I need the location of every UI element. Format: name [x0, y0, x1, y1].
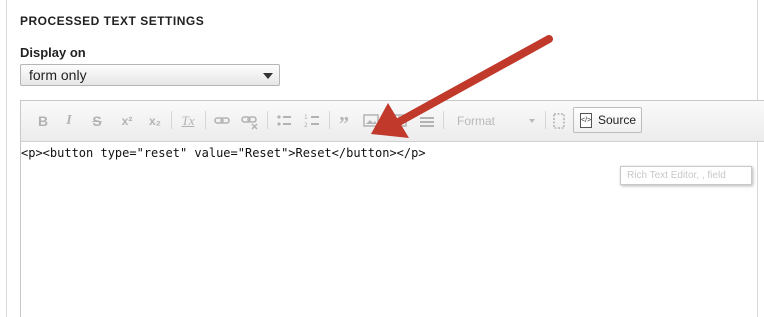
numbered-list-button[interactable]: 12	[301, 111, 323, 131]
bulleted-list-button[interactable]	[273, 111, 295, 131]
chevron-down-icon	[529, 119, 535, 123]
display-on-select[interactable]: form only	[20, 64, 280, 86]
panel-border	[6, 0, 7, 317]
chevron-down-icon	[263, 73, 273, 79]
toolbar-separator	[443, 111, 444, 129]
format-dropdown[interactable]: Format	[451, 110, 541, 132]
italic-button[interactable]: I	[61, 111, 77, 131]
source-label: Source	[598, 113, 637, 127]
quote-icon: ”	[339, 113, 349, 135]
link-button[interactable]	[211, 111, 233, 131]
image-button[interactable]	[361, 111, 381, 131]
bold-button[interactable]: B	[35, 111, 51, 131]
editor-toolbar: B I S x² x₂ Tx 12 ” Format </> Source	[21, 101, 764, 142]
editor-source-content[interactable]: <p><button type="reset" value="Reset">Re…	[21, 146, 426, 160]
remove-format-button[interactable]: Tx	[177, 111, 199, 131]
bulleted-list-icon	[277, 115, 291, 126]
subscript-button[interactable]: x₂	[145, 111, 165, 131]
show-blocks-button[interactable]	[551, 111, 567, 131]
source-icon: </>	[580, 113, 592, 128]
horizontal-line-button[interactable]	[417, 111, 437, 131]
editor-tooltip: Rich Text Editor, , field	[620, 166, 752, 185]
toolbar-separator	[171, 111, 172, 129]
strikethrough-button[interactable]: S	[89, 111, 105, 131]
table-icon	[391, 114, 407, 127]
toolbar-separator	[267, 111, 268, 129]
svg-text:2: 2	[304, 122, 308, 129]
toolbar-separator	[205, 111, 206, 129]
numbered-list-icon: 12	[304, 114, 319, 129]
horizontal-line-icon	[420, 117, 434, 127]
section-title: PROCESSED TEXT SETTINGS	[20, 14, 205, 28]
display-on-label: Display on	[20, 45, 86, 60]
toolbar-separator	[329, 111, 330, 129]
superscript-button[interactable]: x²	[117, 111, 137, 131]
show-blocks-icon	[553, 113, 565, 129]
unlink-button[interactable]	[239, 111, 261, 131]
settings-panel: PROCESSED TEXT SETTINGS Display on form …	[0, 0, 764, 317]
blockquote-button[interactable]: ”	[334, 111, 354, 135]
svg-text:1: 1	[304, 114, 308, 121]
table-button[interactable]	[389, 111, 409, 131]
image-icon	[363, 114, 379, 127]
display-on-value: form only	[29, 67, 87, 83]
rich-text-editor[interactable]: B I S x² x₂ Tx 12 ” Format </> Source <p…	[20, 100, 764, 317]
unlink-icon	[241, 116, 258, 130]
source-button[interactable]: </> Source	[573, 107, 642, 133]
toolbar-separator	[545, 111, 546, 129]
link-icon	[214, 117, 230, 124]
format-label: Format	[457, 114, 496, 128]
